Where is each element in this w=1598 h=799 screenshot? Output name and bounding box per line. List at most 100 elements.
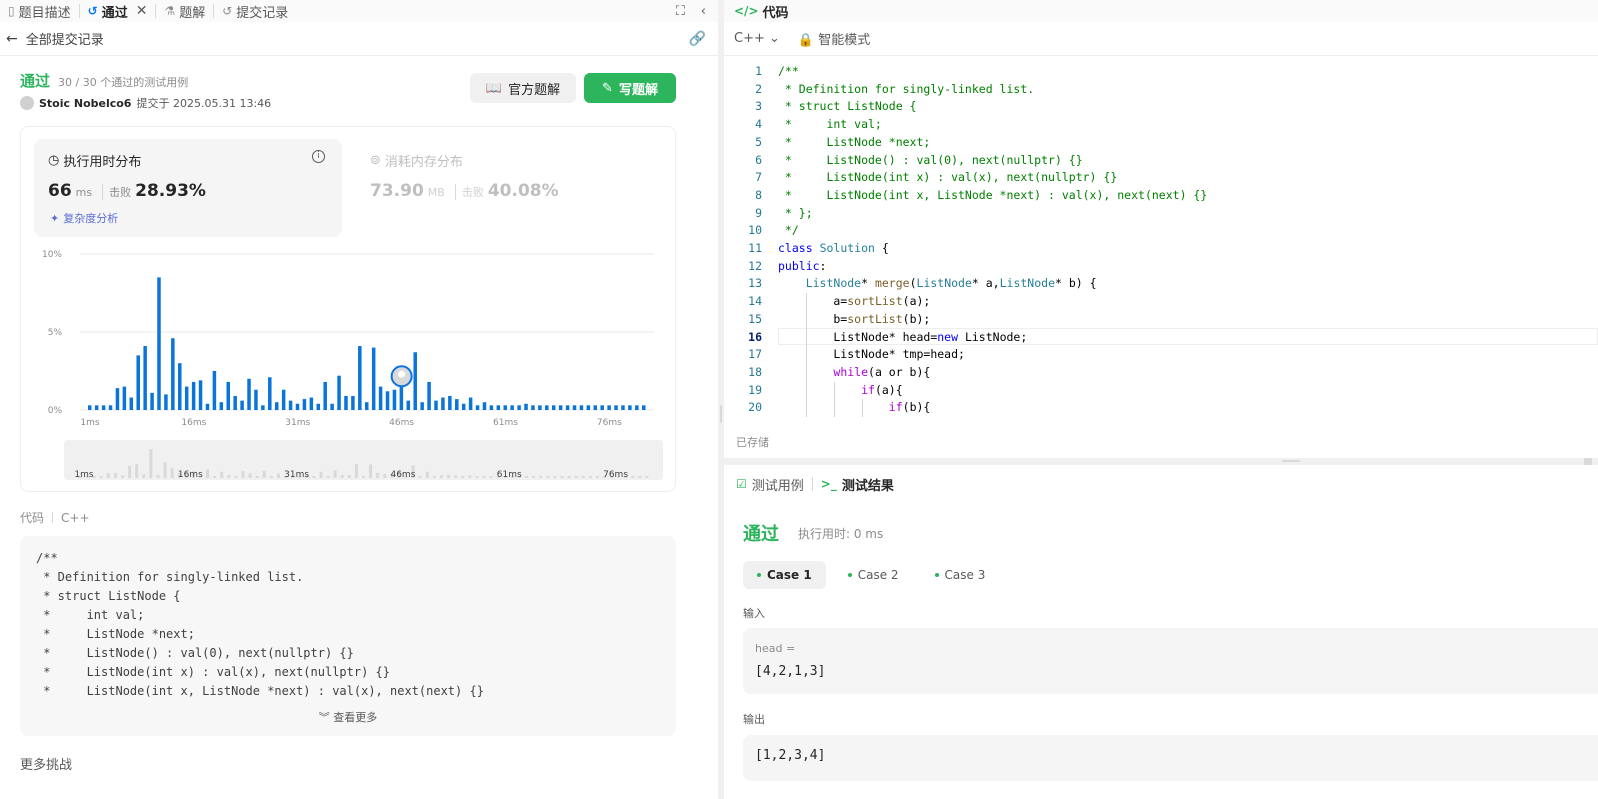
chart-bar[interactable] [281, 389, 286, 410]
chart-bar[interactable] [510, 405, 514, 410]
code-line[interactable]: 13 ListNode* merge(ListNode* a,ListNode*… [724, 275, 1096, 293]
chart-bar[interactable] [150, 392, 154, 410]
avatar[interactable] [20, 96, 34, 110]
chart-bar[interactable] [378, 386, 383, 410]
all-submissions-link[interactable]: 全部提交记录 [26, 29, 104, 48]
chart-bar[interactable] [468, 397, 473, 410]
chart-bar[interactable] [461, 403, 466, 410]
complexity-analysis-link[interactable]: ✦ 复杂度分析 [50, 210, 118, 226]
chart-bar[interactable] [572, 405, 577, 410]
range-slider-track[interactable] [64, 440, 663, 480]
chart-range-slider[interactable]: 1ms16ms31ms46ms61ms76ms91ms106ms [64, 440, 663, 480]
chart-bar[interactable] [531, 405, 535, 410]
chart-bar[interactable] [642, 405, 646, 410]
chart-bar[interactable] [309, 397, 314, 410]
code-line[interactable]: 17 ListNode* tmp=head; [724, 346, 965, 364]
chart-bar[interactable] [337, 375, 341, 410]
chart-bar[interactable] [475, 405, 480, 410]
chart-bar[interactable] [482, 402, 487, 410]
chart-bar[interactable] [586, 405, 591, 410]
author-name[interactable]: Stoic Nobelco6 [39, 97, 131, 110]
chart-bar[interactable] [184, 386, 189, 410]
chart-bar[interactable] [212, 371, 217, 410]
chart-bar[interactable] [88, 405, 92, 410]
tab-test-results[interactable]: >_ 测试结果 [821, 475, 894, 494]
chart-bar[interactable] [427, 381, 431, 410]
link-icon[interactable]: 🔗 [689, 31, 706, 47]
chart-bar[interactable] [358, 346, 362, 410]
chart-bar[interactable] [330, 403, 334, 410]
case-tab-2[interactable]: Case 2 [834, 561, 913, 589]
write-solution-button[interactable]: ✎ 写题解 [584, 73, 676, 103]
chart-bar[interactable] [455, 399, 459, 410]
chart-bar[interactable] [191, 381, 196, 410]
tab-submissions[interactable]: ↺ 提交记录 [214, 0, 296, 22]
code-line[interactable]: 14 a=sortList(a); [724, 293, 930, 311]
code-line[interactable]: 19 if(a){ [724, 382, 903, 400]
chart-bar[interactable] [122, 386, 127, 410]
chart-bar[interactable] [247, 378, 251, 410]
chart-bar[interactable] [385, 391, 390, 410]
smart-mode-toggle[interactable]: 🔒 智能模式 [798, 29, 870, 48]
chart-bar[interactable] [434, 400, 438, 410]
info-icon[interactable]: i [312, 150, 325, 163]
chart-bar[interactable] [288, 400, 293, 410]
chart-bar[interactable] [136, 355, 140, 410]
chart-bar[interactable] [254, 389, 258, 410]
chart-bar[interactable] [517, 405, 521, 410]
code-line[interactable]: 16 ListNode* head=new ListNode; [724, 329, 1027, 347]
chart-bar[interactable] [524, 403, 528, 410]
chart-bar[interactable] [635, 405, 639, 410]
back-arrow-icon[interactable]: ← [6, 31, 18, 47]
code-line[interactable]: 1 /** [724, 63, 799, 81]
chart-bar[interactable] [351, 395, 355, 410]
tab-description[interactable]: ▯ 题目描述 [0, 0, 79, 22]
chart-bar[interactable] [94, 405, 99, 410]
chart-bar[interactable] [565, 405, 570, 410]
chart-bar[interactable] [261, 405, 265, 410]
chart-bar[interactable] [240, 400, 244, 410]
tab-accepted[interactable]: ↺ 通过 ✕ [80, 0, 156, 22]
chart-bar[interactable] [420, 402, 424, 410]
chart-bar[interactable] [101, 405, 106, 410]
horizontal-divider-grip[interactable] [1282, 460, 1300, 462]
code-line[interactable]: 12 public: [724, 258, 826, 276]
chart-bar[interactable] [115, 388, 120, 410]
code-line[interactable]: 5 * ListNode *next; [724, 134, 930, 152]
chart-bar[interactable] [545, 405, 549, 410]
chart-bar[interactable] [607, 405, 611, 410]
code-line[interactable]: 15 b=sortList(b); [724, 311, 930, 329]
chart-bar[interactable] [274, 402, 279, 410]
language-select[interactable]: C++ ⌄ [734, 31, 780, 46]
chart-bar[interactable] [593, 405, 598, 410]
chart-bar[interactable] [371, 347, 376, 410]
chart-bar[interactable] [198, 380, 203, 410]
chart-bar[interactable] [233, 395, 237, 410]
chart-bar[interactable] [365, 402, 369, 410]
chart-bar[interactable] [143, 346, 147, 410]
code-line[interactable]: 6 * ListNode() : val(0), next(nullptr) {… [724, 152, 1083, 170]
chart-bar[interactable] [226, 381, 231, 410]
runtime-distribution-chart[interactable]: 10%5%0%1ms16ms31ms46ms61ms76ms91ms106ms [34, 245, 664, 430]
chart-bar[interactable] [628, 405, 632, 410]
chart-bar[interactable] [621, 405, 625, 410]
code-line[interactable]: 2 * Definition for singly-linked list. [724, 81, 1034, 99]
code-line[interactable]: 3 * struct ListNode { [724, 98, 916, 116]
chart-bar[interactable] [441, 397, 445, 410]
chart-bar[interactable] [406, 400, 411, 410]
fullscreen-icon[interactable]: ⛶ [676, 4, 685, 19]
code-line[interactable]: 11 class Solution { [724, 240, 889, 258]
chart-bar[interactable] [316, 403, 321, 410]
chart-bar[interactable] [344, 395, 348, 410]
chart-bar[interactable] [538, 405, 542, 410]
collapse-left-icon[interactable]: ‹ [701, 4, 706, 19]
chart-bar[interactable] [614, 405, 618, 410]
chart-bar[interactable] [496, 405, 501, 410]
chart-bar[interactable] [558, 405, 563, 410]
code-line[interactable]: 20 if(b){ [724, 399, 930, 417]
chart-bar[interactable] [600, 405, 604, 410]
chart-bar[interactable] [302, 399, 307, 410]
see-more-button[interactable]: ︾ 查看更多 [0, 709, 696, 725]
chart-bar[interactable] [129, 397, 134, 410]
memory-title[interactable]: ⊚ 消耗内存分布 [370, 151, 463, 170]
